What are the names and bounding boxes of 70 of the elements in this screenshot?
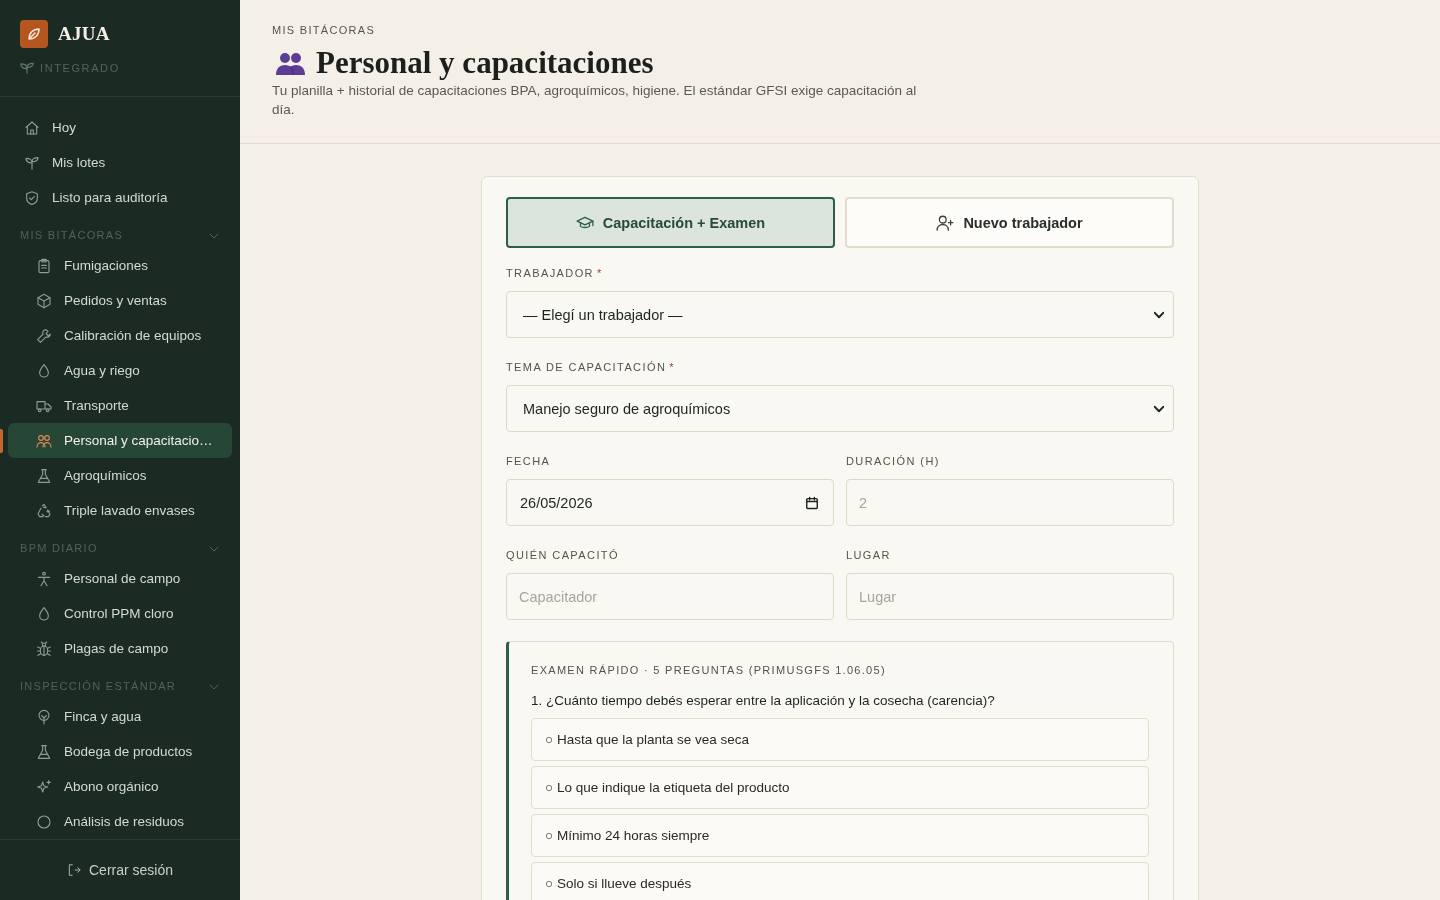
selection-bar bbox=[0, 428, 3, 453]
field-label: FECHA bbox=[506, 455, 551, 468]
sprout-icon bbox=[20, 62, 34, 74]
nav-item[interactable]: Hoy bbox=[8, 110, 232, 145]
answer-option[interactable]: ○ Hasta que la planta se vea seca bbox=[531, 718, 1149, 761]
nav-item[interactable]: Agroquímicos bbox=[8, 458, 232, 493]
nav-item[interactable]: Plagas de campo bbox=[8, 631, 232, 666]
brand-tagline: INTEGRADO bbox=[40, 62, 120, 74]
nav-item[interactable]: Control PPM cloro bbox=[8, 596, 232, 631]
nav-item[interactable]: Triple lavado envases bbox=[8, 493, 232, 528]
sprout-icon bbox=[24, 154, 40, 171]
answer-option[interactable]: ○ Lo que indique la etiqueta del producto bbox=[531, 766, 1149, 809]
nav-item[interactable]: Fumigaciones bbox=[8, 248, 232, 283]
nav-item[interactable]: Mis lotes bbox=[8, 145, 232, 180]
input-field[interactable]: Capacitador bbox=[506, 573, 834, 620]
wrench-icon bbox=[36, 327, 52, 344]
date-field[interactable]: 26/05/2026 bbox=[506, 479, 834, 526]
field-label: TRABAJADOR * bbox=[506, 267, 603, 280]
calendar-icon bbox=[805, 495, 819, 510]
field-label: QUIÉN CAPACITÓ bbox=[506, 549, 619, 562]
input-field[interactable]: 2 bbox=[846, 479, 1174, 526]
page-title: Personal y capacitaciones bbox=[316, 45, 654, 81]
person-icon bbox=[36, 570, 52, 587]
leaf-logo-icon bbox=[20, 20, 48, 48]
nav-item[interactable]: Análisis de residuos bbox=[8, 804, 232, 839]
droplet-icon bbox=[36, 362, 52, 379]
flask-icon bbox=[36, 467, 52, 484]
people-icon bbox=[36, 432, 52, 449]
clipboard-icon bbox=[36, 257, 52, 274]
flask-icon bbox=[36, 743, 52, 760]
question-text: 1. ¿Cuánto tiempo debés esperar entre la aplicación y la cosecha (carencia)? bbox=[531, 692, 995, 710]
nav-item[interactable]: Pedidos y ventas bbox=[8, 283, 232, 318]
droplet-icon bbox=[36, 605, 52, 622]
field-label: TEMA DE CAPACITACIÓN * bbox=[506, 361, 675, 374]
input-field[interactable]: Lugar bbox=[846, 573, 1174, 620]
answer-option[interactable]: ○ Solo si llueve después bbox=[531, 862, 1149, 900]
nav-item[interactable]: Abono orgánico bbox=[8, 769, 232, 804]
chevron-down-icon bbox=[1154, 309, 1164, 320]
field-label: DURACIÓN (H) bbox=[846, 455, 940, 468]
chevron-down-icon bbox=[1154, 403, 1164, 414]
recycle-icon bbox=[36, 502, 52, 519]
user-plus-icon bbox=[936, 213, 955, 232]
nav-item[interactable]: Personal de campo bbox=[8, 561, 232, 596]
nav-item[interactable]: Agua y riego bbox=[8, 353, 232, 388]
field-label: LUGAR bbox=[846, 549, 891, 562]
exam-title: EXAMEN RÁPIDO · 5 PREGUNTAS (PRIMUSGFS 1.06.05) bbox=[531, 664, 886, 677]
select-field[interactable]: Manejo seguro de agroquímicos bbox=[506, 385, 1174, 432]
select-field[interactable]: — Elegí un trabajador — bbox=[506, 291, 1174, 338]
tab[interactable]: Nuevo trabajador bbox=[845, 197, 1174, 248]
brand-name: AJUA bbox=[58, 23, 110, 45]
logout-button[interactable]: Cerrar sesión bbox=[67, 862, 173, 878]
page-description: Tu planilla + historial de capacitaciones BPA, agroquímicos, higiene. El estándar GFSI exige capacitación al día. bbox=[272, 82, 918, 119]
nav-item[interactable]: Bodega de productos bbox=[8, 734, 232, 769]
box-icon bbox=[36, 292, 52, 309]
people-icon bbox=[276, 51, 305, 75]
nav-item[interactable]: Listo para auditoría bbox=[8, 180, 232, 215]
tree-icon bbox=[36, 708, 52, 725]
tab[interactable]: Capacitación + Examen bbox=[506, 197, 835, 248]
nav-item[interactable]: Finca y agua bbox=[8, 699, 232, 734]
nav-item[interactable]: Transporte bbox=[8, 388, 232, 423]
shield-check-icon bbox=[24, 189, 40, 206]
house-icon bbox=[24, 119, 40, 136]
circle-icon bbox=[36, 813, 52, 830]
bug-icon bbox=[36, 640, 52, 657]
nav-item[interactable]: Personal y capacitacio… bbox=[8, 423, 232, 458]
answer-option[interactable]: ○ Mínimo 24 horas siempre bbox=[531, 814, 1149, 857]
sparkle-icon bbox=[36, 778, 52, 795]
logout-icon bbox=[67, 863, 81, 877]
nav-item[interactable]: Calibración de equipos bbox=[8, 318, 232, 353]
breadcrumb: MIS BITÁCORAS bbox=[272, 24, 376, 37]
